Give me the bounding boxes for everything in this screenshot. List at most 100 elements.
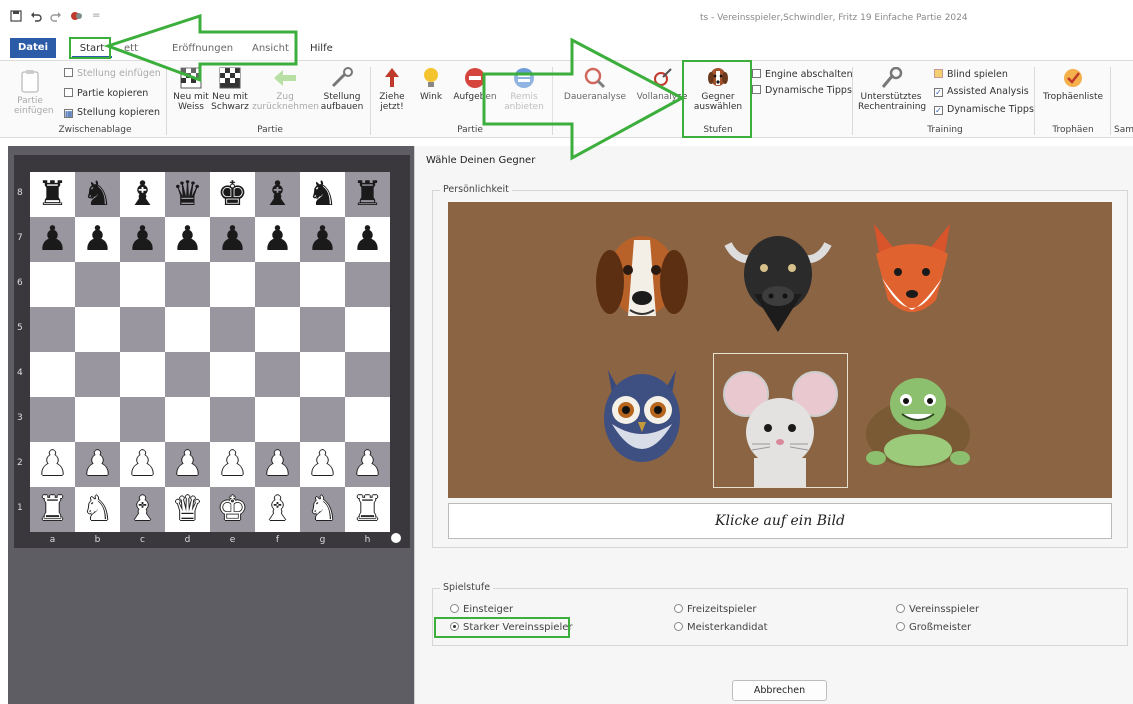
white-pawn-icon[interactable]: ♟ (217, 442, 247, 487)
board-square[interactable]: ♚ (210, 172, 255, 217)
board-square[interactable]: ♟ (120, 442, 165, 487)
board-square[interactable] (300, 262, 345, 307)
board-square[interactable]: ♟ (120, 217, 165, 262)
cancel-button[interactable]: Abbrechen (732, 680, 827, 701)
board-square[interactable]: ♟ (75, 217, 120, 262)
black-knight-icon[interactable]: ♞ (307, 172, 337, 217)
board-square[interactable]: ♟ (300, 217, 345, 262)
board-square[interactable] (345, 397, 390, 442)
white-pawn-icon[interactable]: ♟ (127, 442, 157, 487)
mouse-portrait[interactable] (713, 353, 848, 488)
board-square[interactable]: ♞ (300, 487, 345, 532)
training-dynamic-tips-checkbox[interactable]: ✓ Dynamische Tipps (934, 104, 1034, 115)
board-square[interactable] (120, 352, 165, 397)
board-square[interactable]: ♜ (345, 172, 390, 217)
black-pawn-icon[interactable]: ♟ (127, 217, 157, 262)
board-square[interactable] (75, 262, 120, 307)
board-square[interactable] (300, 397, 345, 442)
black-pawn-icon[interactable]: ♟ (172, 217, 202, 262)
white-pawn-icon[interactable]: ♟ (352, 442, 382, 487)
board-square[interactable]: ♝ (120, 487, 165, 532)
fox-portrait[interactable] (852, 214, 972, 334)
board-square[interactable] (120, 397, 165, 442)
board-square[interactable] (255, 307, 300, 352)
copy-position-button[interactable]: ▦ Stellung kopieren (64, 107, 160, 118)
board-square[interactable] (75, 352, 120, 397)
black-pawn-icon[interactable]: ♟ (352, 217, 382, 262)
board-square[interactable] (30, 262, 75, 307)
board-square[interactable]: ♞ (300, 172, 345, 217)
board-square[interactable] (30, 397, 75, 442)
board-square[interactable] (165, 352, 210, 397)
tab-help[interactable]: Hilfe (310, 40, 333, 58)
board-square[interactable] (255, 397, 300, 442)
board-square[interactable] (210, 262, 255, 307)
white-rook-icon[interactable]: ♜ (37, 487, 67, 532)
level-radio-hobby[interactable]: Freizeitspieler (674, 604, 756, 615)
board-square[interactable]: ♟ (210, 442, 255, 487)
white-king-icon[interactable]: ♚ (217, 487, 247, 532)
copy-game-button[interactable]: Partie kopieren (64, 88, 148, 99)
board-square[interactable]: ♟ (345, 217, 390, 262)
black-bishop-icon[interactable]: ♝ (262, 172, 292, 217)
board-square[interactable] (345, 307, 390, 352)
board-square[interactable] (75, 397, 120, 442)
turtle-portrait[interactable] (858, 364, 978, 484)
board-square[interactable] (300, 352, 345, 397)
redo-icon[interactable] (50, 10, 62, 25)
board-square[interactable] (120, 307, 165, 352)
dynamic-tips-checkbox[interactable]: Dynamische Tipps (752, 85, 852, 96)
blind-play-button[interactable]: Blind spielen (934, 69, 1008, 80)
paste-game-button[interactable]: Partie einfügen (14, 69, 54, 116)
board-square[interactable] (210, 307, 255, 352)
black-queen-icon[interactable]: ♛ (172, 172, 202, 217)
board-square[interactable] (255, 352, 300, 397)
white-pawn-icon[interactable]: ♟ (172, 442, 202, 487)
board-square[interactable] (300, 307, 345, 352)
board-square[interactable] (30, 307, 75, 352)
level-radio-candidate-master[interactable]: Meisterkandidat (674, 622, 768, 633)
move-now-button[interactable]: Ziehe jetzt! (376, 67, 408, 112)
undo-icon[interactable] (30, 10, 42, 25)
board-square[interactable] (75, 307, 120, 352)
white-pawn-icon[interactable]: ♟ (37, 442, 67, 487)
board-square[interactable]: ♜ (345, 487, 390, 532)
board-square[interactable]: ♟ (165, 217, 210, 262)
board-square[interactable]: ♟ (255, 442, 300, 487)
board-square[interactable] (210, 352, 255, 397)
save-icon[interactable] (10, 10, 22, 25)
beagle-portrait[interactable] (582, 218, 702, 338)
black-knight-icon[interactable]: ♞ (82, 172, 112, 217)
level-radio-grandmaster[interactable]: Großmeister (896, 622, 971, 633)
chess-board[interactable]: ♜ ♞ ♝ ♛ ♚ ♝ ♞ ♜ ♟ ♟ ♟ ♟ ♟ ♟ ♟ ♟ ♟ ♟ ♟ ♟ ♟ ♟ ♟ ♟ ♜ ♞ ♝ ♛ ♚ ♝ ♞ ♜ (30, 172, 390, 532)
white-queen-icon[interactable]: ♛ (172, 487, 202, 532)
board-square[interactable]: ♝ (255, 172, 300, 217)
black-pawn-icon[interactable]: ♟ (217, 217, 247, 262)
owl-portrait[interactable] (582, 354, 702, 474)
board-square[interactable]: ♛ (165, 487, 210, 532)
assisted-analysis-checkbox[interactable]: ✓ Assisted Analysis (934, 86, 1029, 97)
quick-access-dropdown[interactable]: = (92, 10, 100, 21)
board-square[interactable]: ♛ (165, 172, 210, 217)
board-square[interactable]: ♟ (210, 217, 255, 262)
board-square[interactable] (120, 262, 165, 307)
engine-off-checkbox[interactable]: Engine abschalten (752, 69, 853, 80)
board-square[interactable]: ♜ (30, 487, 75, 532)
tab-file[interactable]: Datei (10, 38, 56, 58)
level-radio-club[interactable]: Vereinsspieler (896, 604, 979, 615)
board-square[interactable]: ♟ (300, 442, 345, 487)
white-knight-icon[interactable]: ♞ (307, 487, 337, 532)
board-square[interactable]: ♟ (30, 442, 75, 487)
board-square[interactable]: ♞ (75, 487, 120, 532)
board-square[interactable] (165, 307, 210, 352)
level-radio-beginner[interactable]: Einsteiger (450, 604, 513, 615)
board-square[interactable] (345, 352, 390, 397)
board-square[interactable] (165, 262, 210, 307)
board-square[interactable]: ♜ (30, 172, 75, 217)
board-square[interactable] (255, 262, 300, 307)
black-pawn-icon[interactable]: ♟ (82, 217, 112, 262)
board-square[interactable]: ♚ (210, 487, 255, 532)
board-square[interactable]: ♟ (345, 442, 390, 487)
black-king-icon[interactable]: ♚ (217, 172, 247, 217)
black-rook-icon[interactable]: ♜ (37, 172, 67, 217)
